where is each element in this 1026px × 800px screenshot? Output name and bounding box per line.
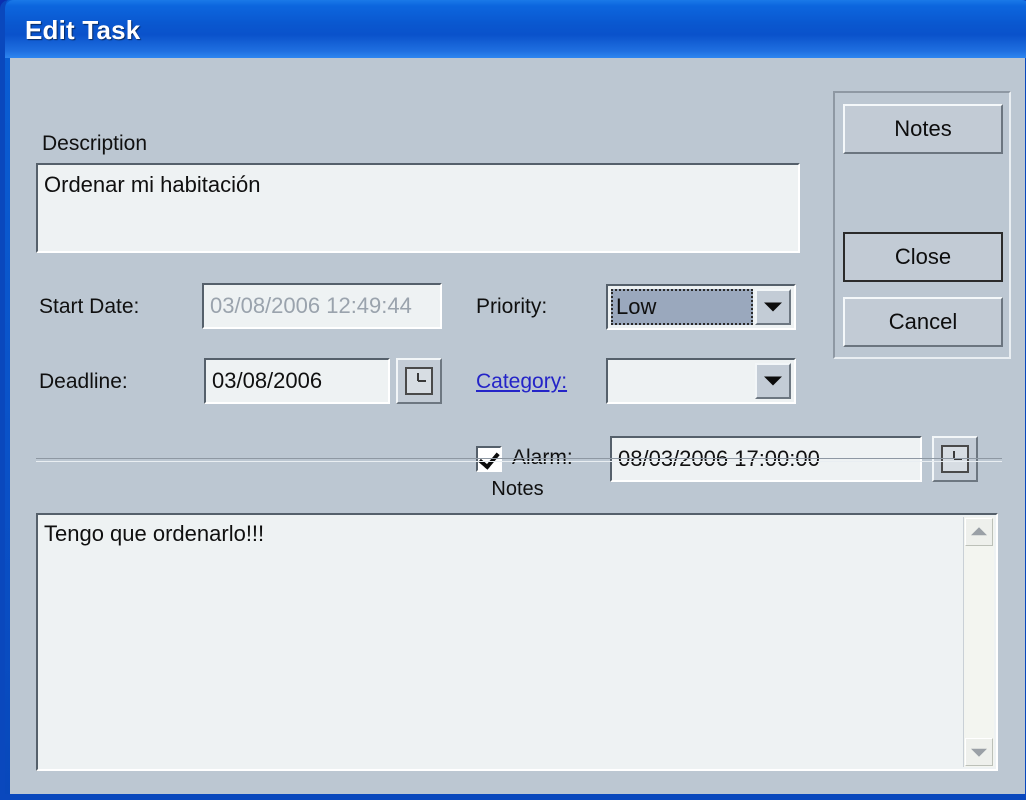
scroll-up-button[interactable]	[965, 518, 993, 546]
notes-button[interactable]: Notes	[843, 104, 1003, 154]
title-bar[interactable]: Edit Task	[5, 0, 1026, 58]
deadline-clock-button[interactable]	[396, 358, 442, 404]
category-link[interactable]: Category:	[476, 370, 567, 394]
start-date-label: Start Date:	[39, 295, 139, 319]
start-date-value: 03/08/2006 12:49:44	[210, 293, 412, 319]
priority-dropdown-button[interactable]	[755, 289, 791, 325]
category-value	[611, 363, 753, 399]
deadline-input[interactable]: 03/08/2006	[204, 358, 390, 404]
chevron-down-icon	[971, 749, 987, 757]
description-label: Description	[42, 132, 147, 156]
description-value: Ordenar mi habitación	[44, 172, 260, 198]
close-button[interactable]: Close	[843, 232, 1003, 282]
section-separator	[36, 458, 1002, 462]
window-title: Edit Task	[25, 15, 140, 46]
deadline-value: 03/08/2006	[212, 368, 322, 394]
edit-task-window: Edit Task Description Ordenar mi habitac…	[0, 0, 1026, 800]
notes-scrollbar[interactable]	[963, 517, 994, 767]
chevron-down-icon	[764, 377, 782, 386]
deadline-label: Deadline:	[39, 370, 128, 394]
cancel-button[interactable]: Cancel	[843, 297, 1003, 347]
chevron-down-icon	[764, 303, 782, 312]
scroll-down-button[interactable]	[965, 738, 993, 766]
priority-combobox[interactable]: Low	[606, 284, 796, 330]
notes-textarea[interactable]: Tengo que ordenarlo!!!	[36, 513, 998, 771]
category-dropdown-button[interactable]	[755, 363, 791, 399]
notes-section-header: Notes	[10, 478, 1025, 501]
category-combobox[interactable]	[606, 358, 796, 404]
notes-value: Tengo que ordenarlo!!!	[44, 521, 264, 547]
start-date-input: 03/08/2006 12:49:44	[202, 283, 442, 329]
description-input[interactable]: Ordenar mi habitación	[36, 163, 800, 253]
clock-icon	[405, 367, 433, 395]
dialog-client-area: Description Ordenar mi habitación Start …	[10, 58, 1025, 794]
priority-value: Low	[611, 289, 753, 325]
chevron-up-icon	[971, 527, 987, 535]
priority-label: Priority:	[476, 295, 547, 319]
